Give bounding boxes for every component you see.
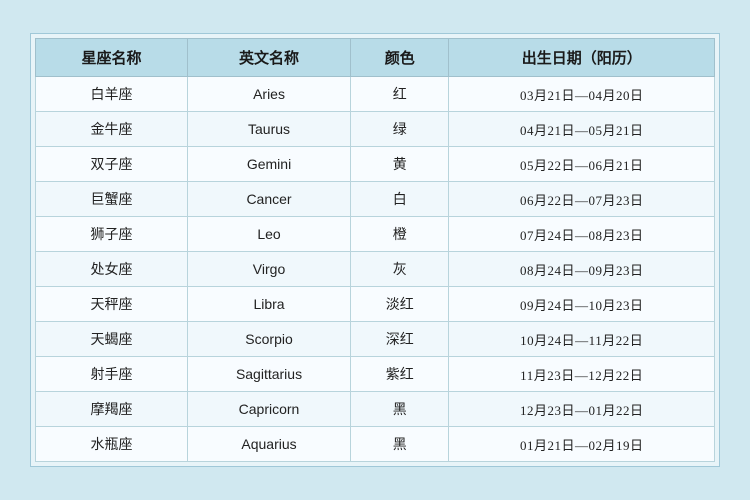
cell-chinese-name: 水瓶座 [36, 427, 188, 462]
table-row: 金牛座Taurus绿04月21日—05月21日 [36, 112, 715, 147]
cell-english-name: Virgo [188, 252, 351, 287]
table-row: 天蝎座Scorpio深红10月24日—11月22日 [36, 322, 715, 357]
cell-chinese-name: 天秤座 [36, 287, 188, 322]
cell-chinese-name: 白羊座 [36, 77, 188, 112]
cell-color: 深红 [351, 322, 449, 357]
cell-color: 绿 [351, 112, 449, 147]
cell-birthdate: 03月21日—04月20日 [449, 77, 715, 112]
cell-english-name: Aries [188, 77, 351, 112]
cell-english-name: Leo [188, 217, 351, 252]
cell-english-name: Libra [188, 287, 351, 322]
cell-chinese-name: 处女座 [36, 252, 188, 287]
cell-birthdate: 09月24日—10月23日 [449, 287, 715, 322]
cell-birthdate: 11月23日—12月22日 [449, 357, 715, 392]
cell-english-name: Cancer [188, 182, 351, 217]
header-chinese-name: 星座名称 [36, 39, 188, 77]
zodiac-table: 星座名称 英文名称 颜色 出生日期（阳历） 白羊座Aries红03月21日—04… [35, 38, 715, 462]
cell-color: 黑 [351, 392, 449, 427]
cell-birthdate: 01月21日—02月19日 [449, 427, 715, 462]
cell-english-name: Sagittarius [188, 357, 351, 392]
cell-birthdate: 07月24日—08月23日 [449, 217, 715, 252]
cell-color: 淡红 [351, 287, 449, 322]
cell-chinese-name: 金牛座 [36, 112, 188, 147]
cell-chinese-name: 双子座 [36, 147, 188, 182]
table-row: 处女座Virgo灰08月24日—09月23日 [36, 252, 715, 287]
cell-birthdate: 04月21日—05月21日 [449, 112, 715, 147]
cell-color: 黑 [351, 427, 449, 462]
cell-color: 橙 [351, 217, 449, 252]
cell-birthdate: 08月24日—09月23日 [449, 252, 715, 287]
cell-chinese-name: 天蝎座 [36, 322, 188, 357]
table-row: 天秤座Libra淡红09月24日—10月23日 [36, 287, 715, 322]
header-birthdate: 出生日期（阳历） [449, 39, 715, 77]
cell-birthdate: 06月22日—07月23日 [449, 182, 715, 217]
cell-birthdate: 12月23日—01月22日 [449, 392, 715, 427]
cell-english-name: Capricorn [188, 392, 351, 427]
table-header-row: 星座名称 英文名称 颜色 出生日期（阳历） [36, 39, 715, 77]
cell-birthdate: 05月22日—06月21日 [449, 147, 715, 182]
table-row: 摩羯座Capricorn黑12月23日—01月22日 [36, 392, 715, 427]
cell-color: 白 [351, 182, 449, 217]
cell-chinese-name: 巨蟹座 [36, 182, 188, 217]
cell-birthdate: 10月24日—11月22日 [449, 322, 715, 357]
header-color: 颜色 [351, 39, 449, 77]
cell-color: 灰 [351, 252, 449, 287]
cell-english-name: Aquarius [188, 427, 351, 462]
table-row: 狮子座Leo橙07月24日—08月23日 [36, 217, 715, 252]
cell-chinese-name: 狮子座 [36, 217, 188, 252]
cell-chinese-name: 射手座 [36, 357, 188, 392]
table-row: 巨蟹座Cancer白06月22日—07月23日 [36, 182, 715, 217]
header-english-name: 英文名称 [188, 39, 351, 77]
cell-english-name: Scorpio [188, 322, 351, 357]
table-row: 射手座Sagittarius紫红11月23日—12月22日 [36, 357, 715, 392]
cell-color: 红 [351, 77, 449, 112]
table-row: 水瓶座Aquarius黑01月21日—02月19日 [36, 427, 715, 462]
table-row: 白羊座Aries红03月21日—04月20日 [36, 77, 715, 112]
table-row: 双子座Gemini黄05月22日—06月21日 [36, 147, 715, 182]
cell-english-name: Taurus [188, 112, 351, 147]
cell-color: 紫红 [351, 357, 449, 392]
cell-color: 黄 [351, 147, 449, 182]
table-container: 星座名称 英文名称 颜色 出生日期（阳历） 白羊座Aries红03月21日—04… [30, 33, 720, 467]
cell-english-name: Gemini [188, 147, 351, 182]
cell-chinese-name: 摩羯座 [36, 392, 188, 427]
